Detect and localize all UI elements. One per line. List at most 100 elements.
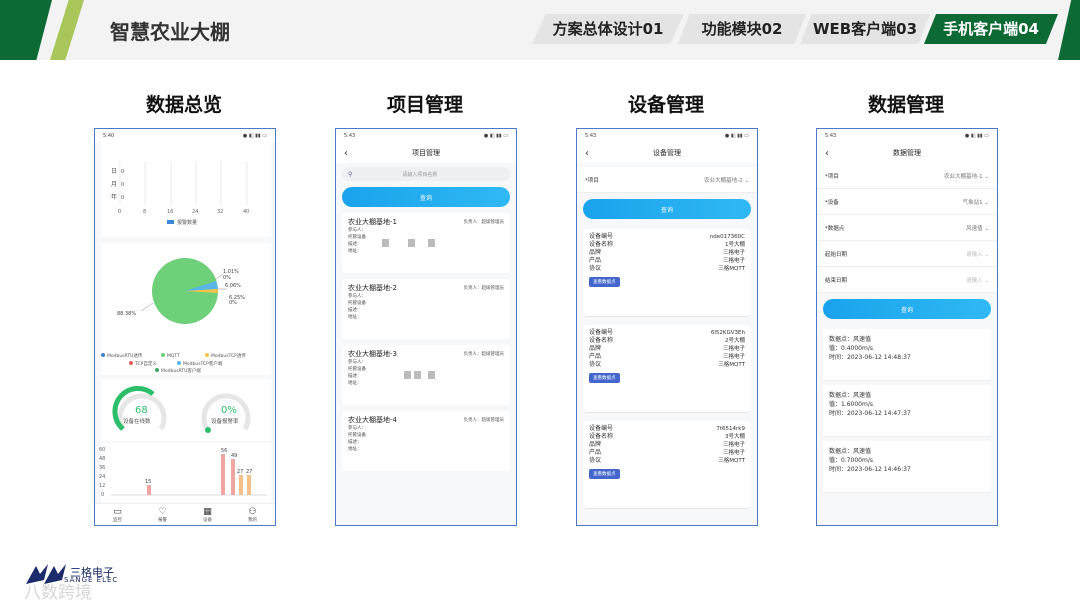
phone-device: 5:43 ● ◧ ▮▮ ▭ ‹ 设备管理 *项目 农业大棚基地-2 ⌄ 查询 设备编号… <box>576 128 758 526</box>
start-date-field[interactable]: 起始日期 请输入 ⌄ <box>817 241 997 267</box>
device-item[interactable]: 设备编号 nde017360C 设备名称 1号大棚 品牌 三格电子 产品 三格电子 协议… <box>583 229 751 317</box>
pie-label: 0% <box>229 300 237 306</box>
datapoint-select[interactable]: *数据点 风速值 ⌄ <box>817 215 997 241</box>
pie-legend-item: ModbusTCP透传 <box>211 352 246 359</box>
col-y-tick: 60 <box>99 447 105 453</box>
project-field: 描述： <box>348 308 362 313</box>
search-input[interactable]: 请输入项目名称 <box>402 171 437 178</box>
header-green-stripe <box>0 0 52 60</box>
device-select[interactable]: *设备 气象站1 ⌄ <box>817 189 997 215</box>
query-button[interactable]: 查询 <box>342 187 510 207</box>
project-field: 参与人： <box>348 294 366 299</box>
project-field: 参与人： <box>348 426 366 431</box>
project-item[interactable]: 农业大棚基地-1 负责人：超级管理员 参与人： 托管设备 描述： 地址： <box>342 213 510 273</box>
query-button[interactable]: 查询 <box>583 199 751 219</box>
project-field: 描述： <box>348 242 362 247</box>
project-select[interactable]: *项目 农业大棚基地-1 ⌄ <box>817 163 997 189</box>
project-owner: 负责人：超级管理员 <box>463 220 505 225</box>
pie-legend-item: ModbusTCP客户端 <box>183 360 223 367</box>
project-item[interactable]: 农业大棚基地-2 负责人：超级管理员 参与人： 托管设备 描述： 地址： <box>342 279 510 339</box>
project-select[interactable]: *项目 农业大棚基地-2 ⌄ <box>577 167 757 193</box>
col-label: 27 <box>246 469 252 475</box>
back-arrow-icon[interactable]: ‹ <box>825 148 829 159</box>
bar-x-tick: 8 <box>143 209 146 215</box>
project-field: 描述： <box>348 374 362 379</box>
tabbar-device[interactable]: ▦ 设备 <box>203 507 212 523</box>
gauge-alarm-value: 0% <box>221 405 237 416</box>
gauge-online-value: 68 <box>135 405 148 416</box>
pie-label: 88.38% <box>117 311 136 317</box>
project-owner: 负责人：超级管理员 <box>463 418 505 423</box>
project-item[interactable]: 农业大棚基地-4 负责人：超级管理员 参与人： 托管设备 描述： 地址： <box>342 411 510 471</box>
status-bar: 5:43 ● ◧ ▮▮ ▭ <box>817 129 997 143</box>
header-bar: 智慧农业大棚 方案总体设计01 功能模块02 WEB客户端03 手机客户端04 <box>0 0 1080 60</box>
column-bar <box>239 475 243 495</box>
overview-charts: 日 0 月 0 年 0 0 8 16 24 32 40 报警数量 1.01% 0… <box>99 143 271 507</box>
header-lime-stripe <box>50 0 84 60</box>
project-field: 描述： <box>348 440 362 445</box>
project-item[interactable]: 农业大棚基地-3 负责人：超级管理员 参与人： 托管设备 描述： 地址： <box>342 345 510 405</box>
column-bar <box>247 475 251 495</box>
pie-legend-item: ModbusRTU透传 <box>107 352 143 359</box>
project-field: 地址： <box>348 381 362 386</box>
status-time: 5:43 <box>344 133 356 139</box>
project-owner: 负责人：超级管理员 <box>463 286 505 291</box>
end-date-field[interactable]: 结束日期 请输入 ⌄ <box>817 267 997 293</box>
tabbar-alarm[interactable]: ♡ 报警 <box>158 507 167 523</box>
chevron-down-icon: ⌄ <box>984 277 989 284</box>
bar-row-value: 0 <box>121 169 124 175</box>
device-item[interactable]: 设备编号 6l52KGV3Eh 设备名称 2号大棚 品牌 三格电子 产品 三格电子 协议… <box>583 325 751 413</box>
chevron-down-icon: ⌄ <box>984 173 989 180</box>
project-field: 托管设备 <box>348 235 366 240</box>
back-arrow-icon[interactable]: ‹ <box>344 148 348 159</box>
project-field: 托管设备 <box>348 433 366 438</box>
status-time: 5:40 <box>103 133 115 139</box>
page-title: 智慧农业大棚 <box>110 20 230 44</box>
phone-overview: 5:40 ● ◧ ▮▮ ▭ 日 0 月 0 年 0 0 8 16 24 32 40… <box>94 128 276 526</box>
bar-legend: 报警数量 <box>177 219 197 226</box>
project-search[interactable]: ⚲ 请输入项目名称 <box>342 167 510 181</box>
phone-project: 5:43 ● ◧ ▮▮ ▭ ‹ 项目管理 ⚲ 请输入项目名称 查询 农业大棚基地-1… <box>335 128 517 526</box>
status-time: 5:43 <box>825 133 837 139</box>
col-y-tick: 48 <box>99 456 105 462</box>
project-field: 托管设备 <box>348 367 366 372</box>
tab-mobile-client[interactable]: 手机客户端04 <box>924 14 1058 44</box>
view-datapoints-button[interactable]: 查看数据点 <box>589 373 620 383</box>
project-field: 地址： <box>348 315 362 320</box>
device-item[interactable]: 设备编号 7t6514rk9 设备名称 3号大棚 品牌 三格电子 产品 三格电子 协议三… <box>583 421 751 509</box>
nav-title: 数据管理 <box>893 149 921 157</box>
section-title-data: 数据管理 <box>867 94 944 116</box>
pie-legend-item: TCP自定义 <box>134 360 157 367</box>
view-datapoints-button[interactable]: 查看数据点 <box>589 469 620 479</box>
chevron-down-icon: ⌄ <box>744 177 749 184</box>
tab-solution-design[interactable]: 方案总体设计01 <box>532 14 684 44</box>
user-icon: ⚇ <box>248 506 257 517</box>
grid-icon: ▦ <box>203 506 212 517</box>
query-button[interactable]: 查询 <box>823 299 991 319</box>
project-owner: 负责人：超级管理员 <box>463 352 505 357</box>
project-field: 托管设备 <box>348 301 366 306</box>
status-icons: ● ◧ ▮▮ ▭ <box>964 133 989 139</box>
tab-function-modules[interactable]: 功能模块02 <box>678 14 806 44</box>
bar-x-tick: 32 <box>217 209 223 215</box>
gauge-online-label: 设备在线数 <box>123 417 151 425</box>
nav-title: 项目管理 <box>412 149 440 157</box>
tabbar-monitor[interactable]: ▭ 监控 <box>113 507 122 523</box>
pie-legend-item: ModbusRTU客户端 <box>161 367 201 374</box>
watermark: 八数跨境 <box>24 583 92 603</box>
status-icons: ● ◧ ▮▮ ▭ <box>724 133 749 139</box>
view-datapoints-button[interactable]: 查看数据点 <box>589 277 620 287</box>
tabbar-me[interactable]: ⚇ 我的 <box>248 507 257 523</box>
nav-bar: ‹ 项目管理 <box>336 143 516 163</box>
chevron-down-icon: ⌄ <box>984 251 989 258</box>
data-record: 数据点：风速值 值：0.7000m/s 时间：2023-06-12 14:46:37 <box>823 441 991 493</box>
col-label: 49 <box>231 453 237 459</box>
project-field: 地址： <box>348 249 362 254</box>
tab-web-client[interactable]: WEB客户端03 <box>800 14 930 44</box>
heart-pulse-icon: ♡ <box>158 506 167 517</box>
nav-bar: ‹ 数据管理 <box>817 143 997 163</box>
back-arrow-icon[interactable]: ‹ <box>585 148 589 159</box>
col-y-tick: 12 <box>99 483 105 489</box>
bar-row-value: 0 <box>121 195 124 201</box>
chevron-down-icon: ⌄ <box>984 225 989 232</box>
